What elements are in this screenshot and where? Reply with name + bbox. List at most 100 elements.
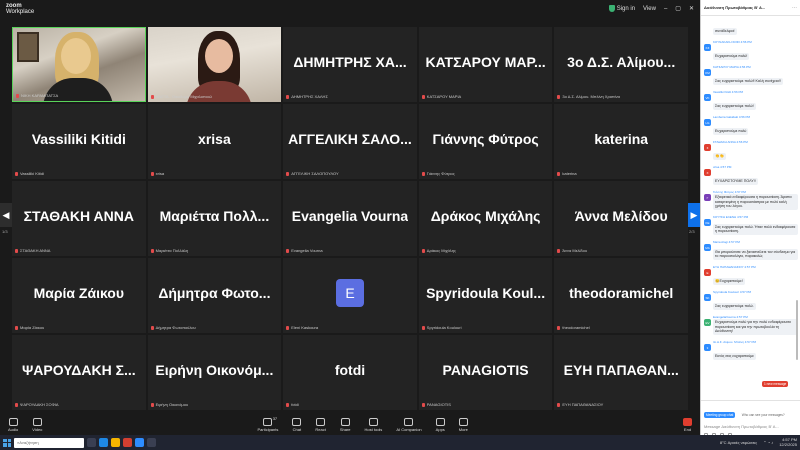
edge-icon[interactable] [99, 438, 108, 447]
apps-button[interactable]: Apps [436, 417, 445, 432]
chat-message[interactable]: VK Vassiliki Kitidi 4:56 PM Σας ευχαριστού… [704, 90, 798, 112]
host-tools-button[interactable]: Host tools [365, 417, 382, 432]
chat-options-icon[interactable]: ⋯ [792, 5, 797, 11]
participant-name: Άννα Μελίδου [574, 207, 668, 224]
sender-avatar: SK [704, 294, 711, 302]
maximize-icon[interactable]: ▢ [675, 5, 681, 12]
message-text: ΕΥΧΑΡΙΣΤΟΥΜΕ ΠΟΛΥ!! [713, 178, 758, 185]
muted-mic-icon [15, 248, 18, 253]
participant-label: ΨΑΡΟΥΔΑΚΗ ΣΟΦΙΑ [15, 402, 59, 407]
muted-mic-icon [421, 248, 425, 253]
participant-tile[interactable]: Spyridoula Koul... Spyridoula Koulouri [418, 258, 553, 333]
minimize-icon[interactable]: – [664, 6, 667, 12]
participant-tile[interactable]: Άννα Μελίδου Άννα Μελίδου [554, 181, 688, 256]
participant-tile[interactable]: ΑΓΓΕΛΙΚΗ ΣΑΛΟ... ΑΓΓΕΛΙΚΗ ΣΑΛΟΠΟΥΛΟΥ [283, 104, 417, 179]
shield-icon [608, 5, 615, 13]
chat-message[interactable]: συνάδελφοι! [704, 19, 798, 37]
participant-name: ΔΗΜΗΤΡΗΣ ΧΑ... [293, 53, 407, 70]
participant-tile[interactable]: Vassiliki Kitidi Vassiliki Kitidi [12, 104, 146, 179]
taskbar-search-input[interactable]: ⌕ Αναζήτηση [14, 437, 84, 448]
participant-tile[interactable]: ΝΙΚΗ ΚΑΡΑΜΠΑΤΣΑ [12, 27, 146, 102]
zoom-taskbar-icon[interactable] [135, 438, 144, 447]
participant-label-text: Ειρήνη Οικονόμου [155, 402, 189, 407]
chat-messages[interactable]: συνάδελφοι! KΣ ΚΟΥΝΑΚΑΚΗ ΣΟΦΙ 4:56 PM Ευχαρ… [701, 17, 800, 395]
chat-message[interactable]: ΚΕ ΚΟΥΤΣΗ ΕΛΕΝΗ 4:57 PM Σας ευχαριστούμε π… [704, 215, 798, 237]
chat-message[interactable]: LG Lamberia Gakidaki 4:56 PM Ευχαριστούμε … [704, 115, 798, 137]
tray-icons[interactable]: ⌃ ◔ ♪ [763, 440, 773, 445]
participant-tile[interactable]: ΨΑΡΟΥΔΑΚΗ Σ... ΨΑΡΟΥΔΑΚΗ ΣΟΦΙΑ [12, 335, 146, 410]
chat-message[interactable]: SK Spyridoula Koulouri 4:57 PM Σας ευχαρισ… [704, 290, 798, 312]
sender-avatar: VK [704, 94, 711, 101]
chat-message[interactable]: KM ΚΑΤΣΑΡΟΥ ΜΑΡΙΑ 4:56 PM Σας ευχαριστούμε… [704, 65, 798, 87]
participant-tile[interactable]: PANAGIOTIS PANAGIOTIS [418, 335, 553, 410]
participant-name: Ειρήνη Οικονόμ... [155, 361, 274, 378]
chat-message[interactable]: 3 3ο Δ.Σ. Αλίμου. Μπλίνη 4:57 PM Εκτός σας… [704, 340, 798, 362]
participant-label-text: Vassiliki Kitidi [20, 171, 44, 176]
participant-tile[interactable]: Δήμητρα Φωτο... Δήμητρα Φωτοπούλου [147, 258, 282, 333]
participant-tile[interactable]: theodoramichel theodoramichel [554, 258, 688, 333]
participants-button[interactable]: Participants 37 [257, 416, 278, 432]
weather-widget[interactable]: 8°C Αραιές νεφώσεις [720, 440, 757, 445]
participant-tile[interactable]: katerina katerina [554, 104, 688, 179]
participant-label-text: Δήμητρα Φωτοπούλου [155, 325, 196, 330]
participant-tile[interactable]: ΚΑΤΣΑΡΟΥ ΜΑΡ... ΚΑΤΣΑΡΟΥ ΜΑΡΙΑ [418, 27, 553, 102]
participant-tile[interactable]: Μαρία Ζάικου Μαρία Ζάικου [12, 258, 146, 333]
participant-tile[interactable]: fotdi fotdi [283, 335, 417, 410]
app-icon[interactable] [147, 438, 156, 447]
participant-tile[interactable]: Ειρήνη Οικονόμ... Ειρήνη Οικονόμου [147, 335, 282, 410]
who-can-see-link[interactable]: Who can see your messages? [742, 413, 785, 417]
video-button[interactable]: Video [32, 417, 42, 432]
view-button[interactable]: View [643, 6, 656, 12]
participant-label: Άννα Μελίδου [557, 248, 587, 253]
sender-avatar: E [704, 269, 711, 277]
end-button[interactable]: End [682, 417, 692, 432]
chat-input[interactable]: Message Διεύθυνση Πρωτοβάθμιας Β' Α... [704, 424, 798, 429]
chat-message[interactable]: E ΕΥΗ ΠΑΠΑΘΑΝΑΣΙΟΥ 4:57 PM 😊Ευχαριστούμε! [704, 265, 798, 287]
explorer-icon[interactable] [111, 438, 120, 447]
toolbar-label: React [315, 426, 326, 432]
chat-message[interactable]: Γ Γιάννης Φύτρος 4:57 PM Εξαιρετικά ενδιαφ… [704, 190, 798, 212]
chat-message[interactable]: Xxrisa 4:57 PM ΕΥΧΑΡΙΣΤΟΥΜΕ ΠΟΛΥ!! [704, 165, 798, 187]
chat-message[interactable]: Σ ΣΤΑΘΑΚΗ ΑΝΝΑ 4:56 PM 👏👏 [704, 140, 798, 162]
participant-tile[interactable]: ΔΗΜΗΤΡΗΣ ΧΑ... ΔΗΜΗΤΡΗΣ ΧΑΛΗΣ [283, 27, 417, 102]
participant-tile[interactable]: Γιάννης Φύτρος Γιάννης Φύτρος [418, 104, 553, 179]
clock[interactable]: 4:57 PM 12/2/2025 [779, 437, 797, 447]
share-button[interactable]: Share [340, 417, 351, 432]
ai-companion-button[interactable]: AI Companion [396, 417, 422, 432]
windows-start-icon[interactable] [3, 438, 11, 447]
participant-name: Evangelia Vourna [291, 207, 409, 224]
react-button[interactable]: React [315, 417, 326, 432]
participant-tile[interactable]: 3ο Δ.Σ. Αλίμου... 3ο Δ.Σ. Αλίμου. Μπλίνη … [554, 27, 688, 102]
sign-in-button[interactable]: Sign in [608, 5, 635, 13]
task-view-icon[interactable] [87, 438, 96, 447]
chrome-icon[interactable] [123, 438, 132, 447]
chat-message[interactable]: MA Maria Alogi 4:57 PM Θα μπορούσατε να ξα… [704, 240, 798, 262]
participant-tile[interactable]: ΣΤΑΘΑΚΗ ΑΝΝΑ ΣΤΑΘΑΚΗ ΑΝΝΑ [12, 181, 146, 256]
previous-page-button[interactable]: ◀ [0, 203, 12, 227]
next-page-button[interactable]: ▶ [688, 203, 700, 227]
participant-tile[interactable]: ΕΥΗ ΠΑΠΑΘΑΝ... ΕΥΗ ΠΑΠΑΘΑΝΑΣΙΟΥ [554, 335, 688, 410]
participant-tile[interactable]: Μαριέττα Πολλ... Μαριέττα Πολλάλη [147, 181, 282, 256]
wall-picture [17, 32, 39, 62]
participant-tile[interactable]: E Eleni Kaskoura [283, 258, 417, 333]
message-text: Εκτός σας ευχαριστούμε [713, 353, 756, 360]
recipient-selector[interactable]: Meeting group chat [704, 412, 736, 418]
chat-message[interactable]: EV EvangeliaVourna 4:57 PM Ευχαριστούμε πο… [704, 315, 798, 337]
zoom-logo: zoom Workplace [6, 3, 34, 15]
chat-scrollbar[interactable] [796, 300, 798, 360]
chat-message[interactable]: KΣ ΚΟΥΝΑΚΑΚΗ ΣΟΦΙ 4:56 PM Ευχαριστούμε πολ… [704, 40, 798, 62]
more-button[interactable]: More [459, 417, 468, 432]
participant-label-text: Γιάννης Φύτρος [426, 171, 455, 176]
new-message-badge[interactable]: 1 new message [762, 381, 789, 387]
audio-button[interactable]: Audio [8, 417, 18, 432]
participant-tile[interactable]: Δράκος Μιχάλης Δράκος Μιχάλης [418, 181, 553, 256]
close-icon[interactable]: ✕ [689, 5, 694, 12]
chat-button[interactable]: Chat [292, 417, 302, 432]
participant-tile[interactable]: xrisa xrisa [147, 104, 282, 179]
participant-tile[interactable]: Evangelia Vourna Evangelia Vourna [283, 181, 417, 256]
participant-name: xrisa [198, 130, 231, 147]
participant-name: PANAGIOTIS [442, 361, 529, 378]
muted-mic-icon [150, 248, 154, 253]
participant-tile[interactable]: ΑΝΕΤΑ - Οικοδομα Μιχαλοπουλ [147, 27, 282, 102]
muted-mic-icon [16, 93, 19, 98]
